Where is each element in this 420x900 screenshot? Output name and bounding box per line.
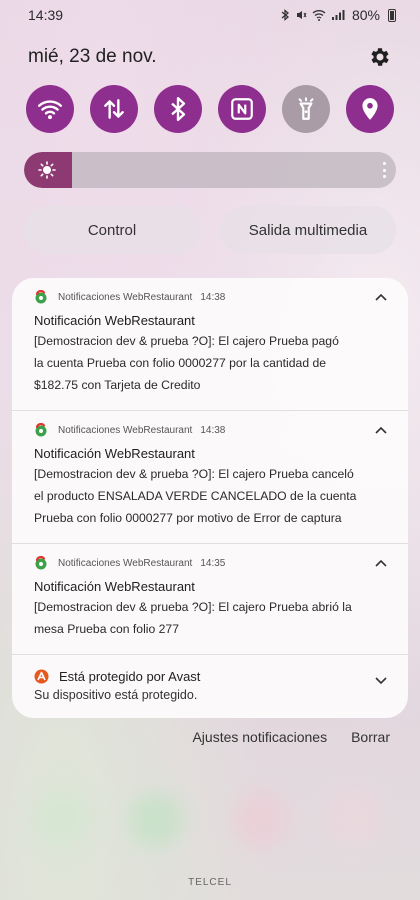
nfc-icon [231, 98, 253, 120]
location-toggle[interactable] [346, 85, 394, 133]
notification-line: Prueba con folio 0000277 por motivo de E… [34, 511, 342, 525]
notification-title: Notificación WebRestaurant [34, 579, 195, 594]
notification-line: [Demostracion dev & prueba ?O]: El cajer… [34, 467, 354, 481]
status-icons: 80% [280, 7, 396, 23]
notification-time: 14:38 [200, 291, 226, 303]
panel-buttons: Control Salida multimedia [24, 206, 396, 254]
status-time: 14:39 [28, 7, 64, 23]
chevron-up-icon[interactable] [374, 424, 388, 438]
notification-line: mesa Prueba con folio 277 [34, 622, 179, 636]
mobile-data-toggle[interactable] [90, 85, 138, 133]
quick-settings-header: mié, 23 de nov. [28, 42, 392, 72]
notification-header: Notificaciones WebRestaurant 14:35 [34, 556, 386, 570]
notification-settings-button[interactable]: Ajustes notificaciones [192, 729, 327, 745]
location-icon [362, 98, 378, 120]
mute-icon [296, 11, 307, 19]
webrestaurant-app-icon [35, 556, 47, 570]
webrestaurant-app-icon [35, 290, 47, 304]
notification-title: Notificación WebRestaurant [34, 446, 195, 461]
avast-body: Su dispositivo está protegido. [34, 688, 198, 702]
notification-app-name: Notificaciones WebRestaurant [58, 557, 193, 569]
notification-app-name: Notificaciones WebRestaurant [58, 291, 193, 303]
blurred-app-icon [326, 790, 382, 846]
notification-line: $182.75 con Tarjeta de Credito [34, 378, 201, 392]
blurred-app-icon [128, 792, 184, 848]
chevron-up-icon[interactable] [374, 557, 388, 571]
battery-percent: 80% [351, 7, 380, 23]
signal-icon [331, 10, 345, 20]
data-transfer-icon [104, 99, 124, 119]
notification-body: [Demostracion dev & prueba ?O]: El cajer… [34, 330, 386, 396]
notification-app-name: Notificaciones WebRestaurant [58, 424, 193, 436]
chevron-up-icon[interactable] [374, 291, 388, 305]
webrestaurant-app-icon [35, 423, 47, 437]
quick-toggles [26, 85, 394, 133]
wifi-icon [37, 100, 63, 120]
flashlight-icon [298, 97, 314, 120]
bluetooth-icon [171, 96, 186, 122]
status-bar: 14:39 80% [0, 0, 420, 30]
notification-line: [Demostracion dev & prueba ?O]: El cajer… [34, 334, 339, 348]
brightness-slider[interactable] [24, 152, 396, 188]
battery-icon [388, 8, 396, 22]
bluetooth-status-icon [281, 9, 289, 21]
notification-title: Notificación WebRestaurant [34, 313, 195, 328]
avast-app-icon [34, 669, 49, 684]
media-output-button[interactable]: Salida multimedia [220, 206, 396, 254]
wifi-status-icon [312, 10, 326, 21]
notification-panel: Notificaciones WebRestaurant 14:38 Notif… [12, 278, 408, 718]
notification-body: [Demostracion dev & prueba ?O]: El cajer… [34, 596, 386, 640]
nfc-toggle[interactable] [218, 85, 266, 133]
notification-item[interactable]: Notificaciones WebRestaurant 14:38 Notif… [12, 411, 408, 544]
avast-title: Está protegido por Avast [59, 669, 201, 684]
chevron-down-icon[interactable] [374, 673, 388, 687]
notification-item[interactable]: Notificaciones WebRestaurant 14:35 Notif… [12, 544, 408, 655]
avast-header: Está protegido por Avast [34, 669, 386, 684]
bluetooth-toggle[interactable] [154, 85, 202, 133]
notification-header: Notificaciones WebRestaurant 14:38 [34, 423, 386, 437]
notification-time: 14:38 [200, 424, 226, 436]
notification-item[interactable]: Notificaciones WebRestaurant 14:38 Notif… [12, 278, 408, 411]
notification-body: [Demostracion dev & prueba ?O]: El cajer… [34, 463, 386, 529]
blurred-app-icon [232, 792, 288, 848]
wifi-toggle[interactable] [26, 85, 74, 133]
avast-notification[interactable]: Está protegido por Avast Su dispositivo … [12, 655, 408, 718]
notification-actions: Ajustes notificaciones Borrar [192, 729, 390, 745]
flashlight-toggle[interactable] [282, 85, 330, 133]
sun-icon [38, 161, 56, 179]
notification-line: el producto ENSALADA VERDE CANCELADO de … [34, 489, 357, 503]
date-label: mié, 23 de nov. [28, 46, 157, 67]
gear-icon[interactable] [368, 45, 392, 69]
control-button[interactable]: Control [24, 206, 200, 254]
carrier-label: TELCEL [188, 877, 232, 888]
notification-time: 14:35 [200, 557, 226, 569]
blurred-app-icon [34, 790, 90, 846]
notification-header: Notificaciones WebRestaurant 14:38 [34, 290, 386, 304]
notification-line: [Demostracion dev & prueba ?O]: El cajer… [34, 600, 352, 614]
clear-button[interactable]: Borrar [351, 729, 390, 745]
notification-line: la cuenta Prueba con folio 0000277 por l… [34, 356, 327, 370]
more-options-icon[interactable] [382, 162, 386, 178]
